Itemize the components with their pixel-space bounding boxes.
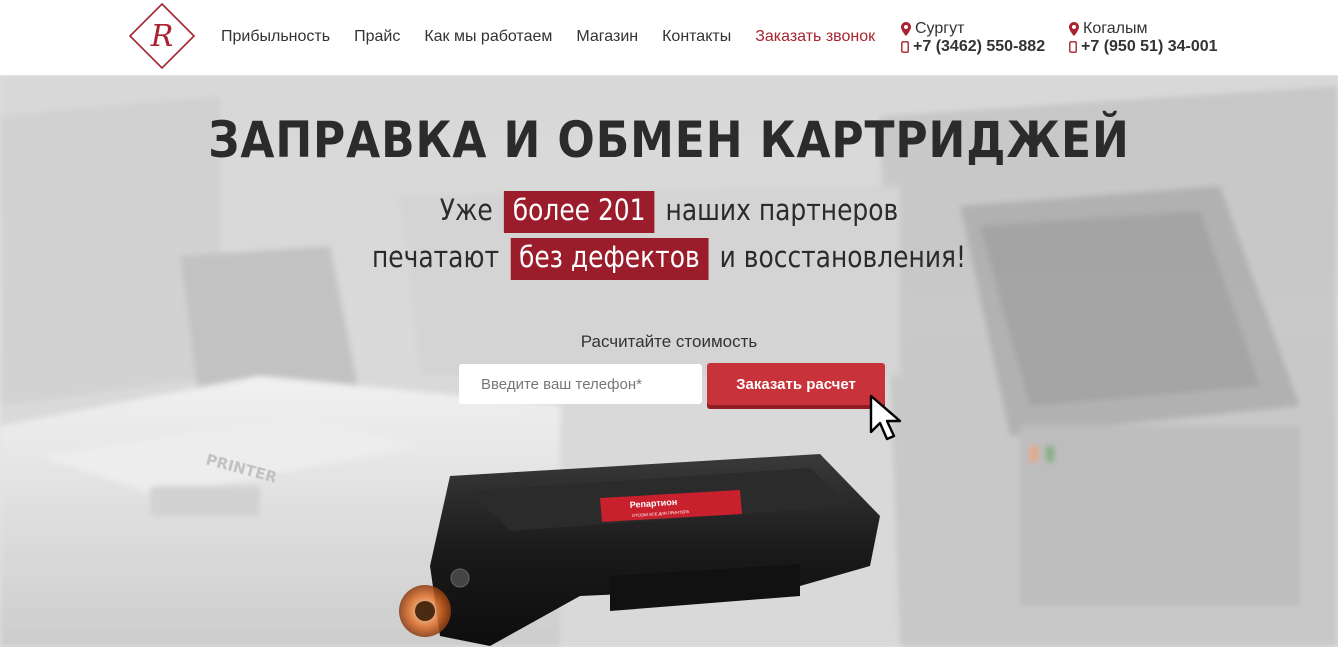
city-row: Когалым	[1069, 20, 1218, 38]
hero-section: PRINTER ЗАПРАВКА И ОБМЕН КАРТРИДЖЕЙ Уже …	[0, 76, 1338, 647]
nav-order-callback[interactable]: Заказать звонок	[755, 28, 875, 46]
calc-label: Расчитайте стоимость	[580, 332, 758, 351]
toner-cartridge-image: Репартион ОТСЕКИ ВСЕ ДЛЯ ПРИНТЕРА	[399, 454, 880, 646]
hero-subtitle-line-2: печатают без дефектов и восстановления!	[94, 238, 1245, 280]
nav-how-we-work[interactable]: Как мы работаем	[424, 28, 552, 46]
phone-link[interactable]: +7 (950 51) 34-001	[1081, 38, 1218, 56]
mouse-pointer-icon	[869, 394, 902, 441]
mobile-phone-icon	[901, 41, 909, 53]
site-header: R Прибыльность Прайс Как мы работаем Маг…	[0, 0, 1338, 76]
phone-row: +7 (3462) 550-882	[901, 38, 1045, 56]
nav-price[interactable]: Прайс	[354, 28, 400, 46]
subtitle-text: наших партнеров	[665, 193, 899, 227]
nav-contacts[interactable]: Контакты	[662, 28, 731, 46]
map-marker-icon	[901, 22, 911, 36]
contact-kogalym: Когалым +7 (950 51) 34-001	[1069, 20, 1218, 56]
city-row: Сургут	[901, 20, 1045, 38]
hero-subtitle-line-1: Уже более 201 наших партнеров	[94, 191, 1245, 233]
mobile-phone-icon	[1069, 41, 1077, 53]
hero-title: ЗАПРАВКА И ОБМЕН КАРТРИДЖЕЙ	[208, 111, 1130, 169]
contact-surgut: Сургут +7 (3462) 550-882	[901, 20, 1045, 56]
subtitle-highlight: без дефектов	[510, 238, 709, 280]
logo[interactable]: R	[128, 2, 196, 70]
nav-shop[interactable]: Магазин	[576, 28, 638, 46]
map-marker-icon	[1069, 22, 1079, 36]
main-nav: Прибыльность Прайс Как мы работаем Магаз…	[221, 28, 875, 46]
subtitle-text: Уже	[439, 193, 493, 227]
order-calculation-button[interactable]: Заказать расчет	[707, 363, 885, 405]
phone-row: +7 (950 51) 34-001	[1069, 38, 1218, 56]
city-name: Сургут	[915, 20, 965, 37]
phone-input[interactable]	[459, 364, 702, 404]
nav-profitability[interactable]: Прибыльность	[221, 28, 330, 46]
logo-letter: R	[150, 19, 174, 54]
subtitle-text: печатают	[371, 240, 499, 274]
city-name: Когалым	[1083, 20, 1148, 37]
subtitle-highlight: более 201	[504, 191, 655, 233]
phone-link[interactable]: +7 (3462) 550-882	[913, 38, 1045, 56]
subtitle-text: и восстановления!	[719, 240, 967, 274]
